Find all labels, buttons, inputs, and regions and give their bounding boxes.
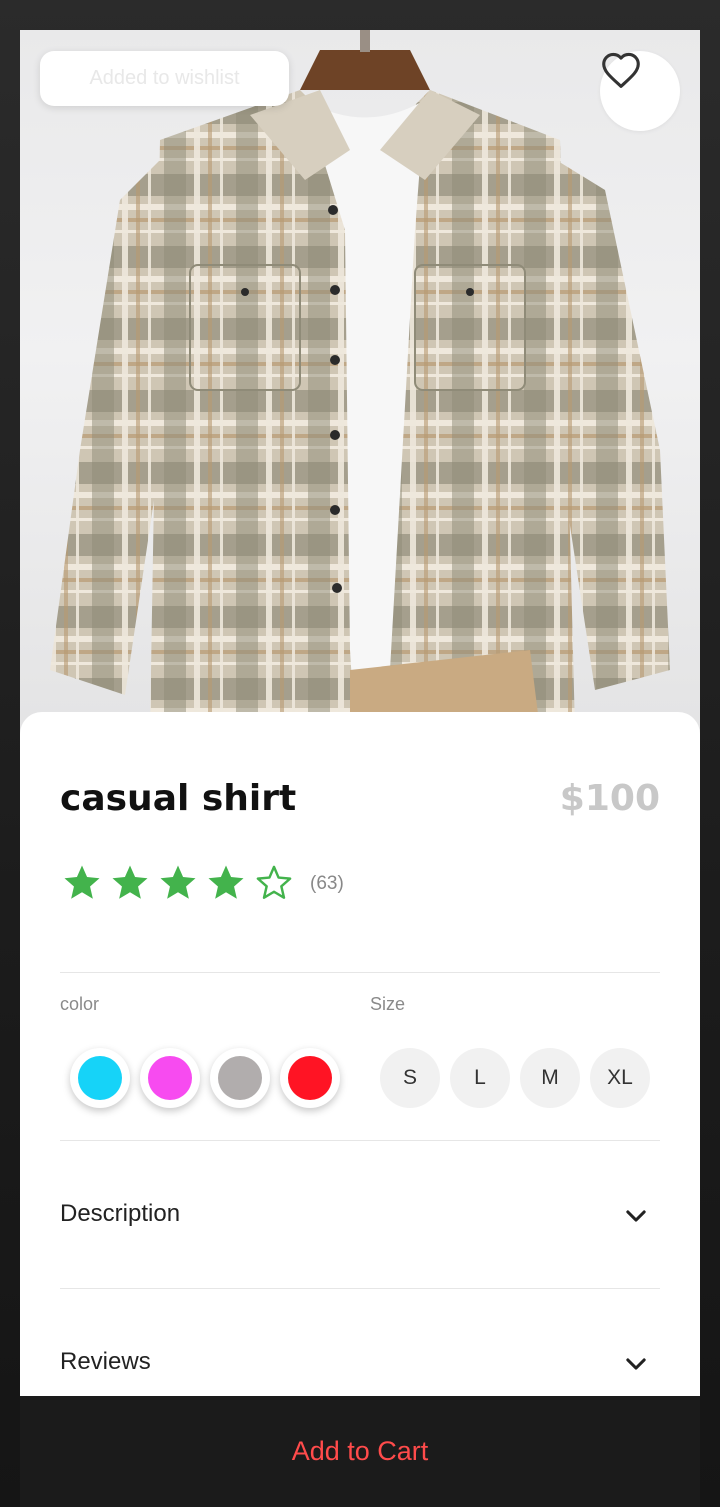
color-dot [218,1056,262,1100]
color-swatch-gray[interactable] [210,1048,270,1108]
add-to-cart-label: Add to Cart [291,1436,429,1466]
plaid-shirt-illustration [50,30,670,730]
star-outline-icon [252,862,300,906]
chevron-down-icon[interactable] [622,1350,650,1378]
toast-message: Added to wishlist [89,67,240,89]
color-dot [288,1056,332,1100]
star-filled-icon [204,862,252,906]
divider [60,1140,660,1141]
chevron-down-icon[interactable] [622,1202,650,1230]
size-label: Size [370,994,406,1014]
product-image: Added to wishlist [20,30,700,750]
color-swatch-red[interactable] [280,1048,340,1108]
color-dot [78,1056,122,1100]
wishlist-toast: Added to wishlist [40,51,289,106]
reviews-toggle[interactable]: Reviews [60,1348,151,1376]
star-filled-icon [156,862,204,906]
description-toggle[interactable]: Description [60,1200,180,1228]
heart-outline-icon [602,52,640,88]
rating: (63) [60,862,344,906]
review-count: (63) [310,873,344,894]
color-swatch-magenta[interactable] [140,1048,200,1108]
add-to-cart-button[interactable]: Add to Cart [20,1396,700,1507]
product-title: casual shirt [60,778,297,819]
product-details: casual shirt $100 (63) color Size S L M … [20,712,700,1402]
size-option-l[interactable]: L [450,1048,510,1108]
size-option-xl[interactable]: XL [590,1048,650,1108]
star-filled-icon [60,862,108,906]
color-dot [148,1056,192,1100]
wishlist-button[interactable] [600,51,680,131]
star-filled-icon [108,862,156,906]
size-option-m[interactable]: M [520,1048,580,1108]
color-label: color [60,994,100,1014]
color-swatch-cyan[interactable] [70,1048,130,1108]
divider [60,1288,660,1289]
size-option-s[interactable]: S [380,1048,440,1108]
divider [60,972,660,973]
product-price: $100 [559,778,660,819]
product-page: Added to wishlist casual shirt $100 (63)… [20,30,700,1507]
